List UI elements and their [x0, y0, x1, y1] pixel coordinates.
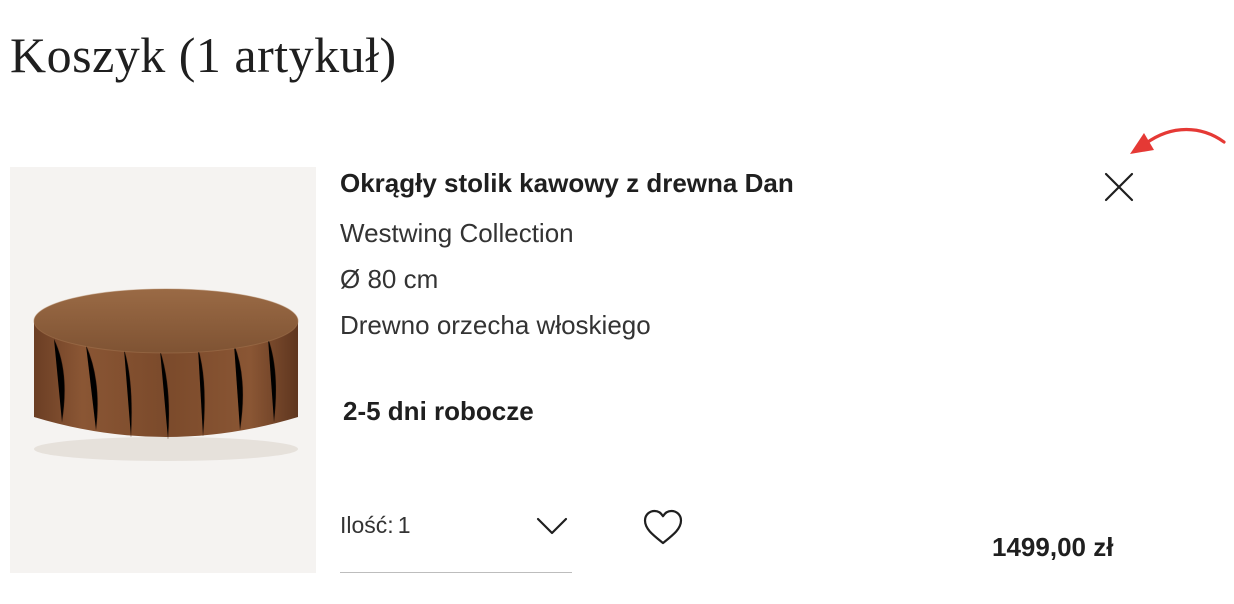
quantity-value: 1 [397, 512, 411, 538]
heart-icon[interactable] [641, 508, 685, 548]
coffee-table-image [33, 288, 299, 461]
close-icon[interactable] [1100, 168, 1138, 206]
cart-title: Koszyk (1 artykuł) [10, 27, 397, 83]
quantity-select[interactable]: Ilość: 1 [340, 500, 572, 573]
quantity-label: Ilość: 1 [340, 512, 410, 539]
item-price: 1499,00 zł [992, 532, 1114, 562]
product-material: Drewno orzecha włoskiego [340, 310, 651, 340]
product-name[interactable]: Okrągły stolik kawowy z drewna Dan [340, 168, 794, 199]
annotation-arrow [1130, 127, 1226, 154]
quantity-label-text: Ilość: [340, 512, 394, 538]
product-image[interactable] [10, 167, 316, 573]
delivery-time: 2-5 dni robocze [343, 396, 534, 426]
product-brand: Westwing Collection [340, 218, 574, 248]
chevron-down-icon[interactable] [536, 516, 568, 536]
product-size: Ø 80 cm [340, 264, 439, 294]
